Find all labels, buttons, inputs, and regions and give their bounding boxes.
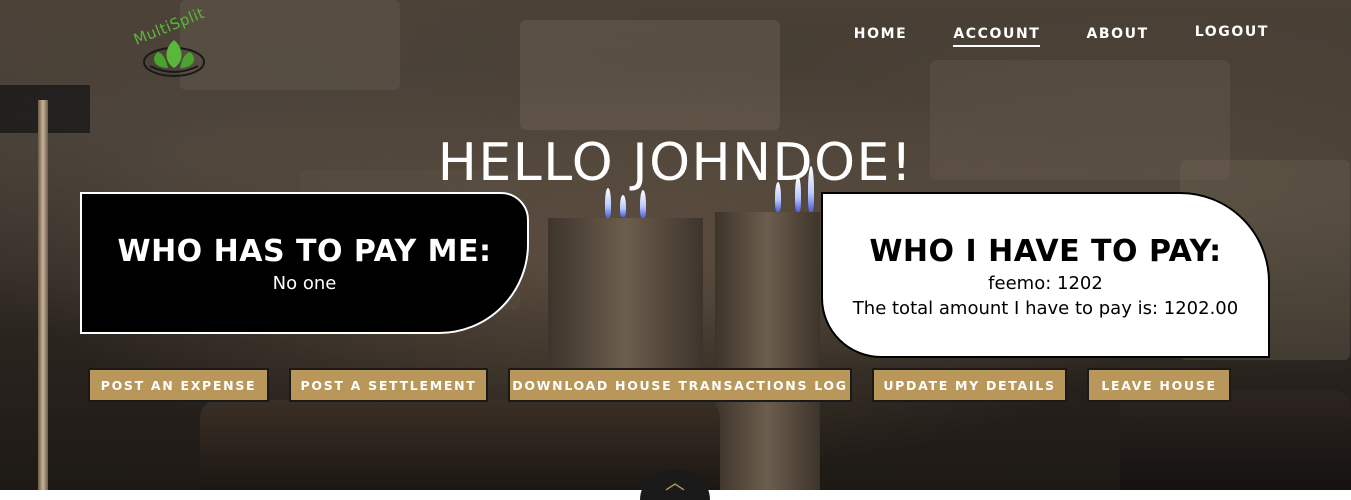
nav-account-link[interactable]: ACCOUNT <box>953 26 1041 47</box>
who-pays-me-text: No one <box>272 273 337 294</box>
who-i-pay-title: WHO I HAVE TO PAY: <box>869 234 1222 269</box>
action-buttons: POST AN EXPENSE POST A SETTLEMENT DOWNLO… <box>88 368 1231 402</box>
bg-flame <box>620 195 626 217</box>
bg-stone <box>520 20 780 130</box>
leaf-logo-icon <box>143 40 205 77</box>
total-owed-line: The total amount I have to pay is: 1202.… <box>852 298 1239 319</box>
top-navigation: HOME ACCOUNT ABOUT LOGOUT <box>854 24 1269 47</box>
bg-sofa <box>1120 390 1351 490</box>
nav-about-link[interactable]: ABOUT <box>1086 26 1148 47</box>
update-details-button[interactable]: UPDATE MY DETAILS <box>872 368 1067 402</box>
nav-home-link[interactable]: HOME <box>854 26 908 47</box>
bg-flame <box>640 190 646 218</box>
debt-line: feemo: 1202 <box>988 273 1103 294</box>
who-i-pay-card: WHO I HAVE TO PAY: feemo: 1202 The total… <box>821 192 1270 358</box>
who-pays-me-card: WHO HAS TO PAY ME: No one <box>80 192 529 334</box>
bg-pillar <box>715 212 820 490</box>
greeting-heading: HELLO JOHNDOE! <box>437 132 914 193</box>
chevron-up-icon: ︿ <box>665 470 685 494</box>
who-pays-me-title: WHO HAS TO PAY ME: <box>117 234 492 269</box>
brand-logo[interactable]: MultiSplit <box>125 4 220 78</box>
post-expense-button[interactable]: POST AN EXPENSE <box>88 368 269 402</box>
nav-logout-link[interactable]: LOGOUT <box>1195 24 1269 45</box>
leave-house-button[interactable]: LEAVE HOUSE <box>1087 368 1231 402</box>
download-transactions-log-button[interactable]: DOWNLOAD HOUSE TRANSACTIONS LOG <box>508 368 852 402</box>
bg-sofa <box>200 400 720 490</box>
post-settlement-button[interactable]: POST A SETTLEMENT <box>289 368 488 402</box>
